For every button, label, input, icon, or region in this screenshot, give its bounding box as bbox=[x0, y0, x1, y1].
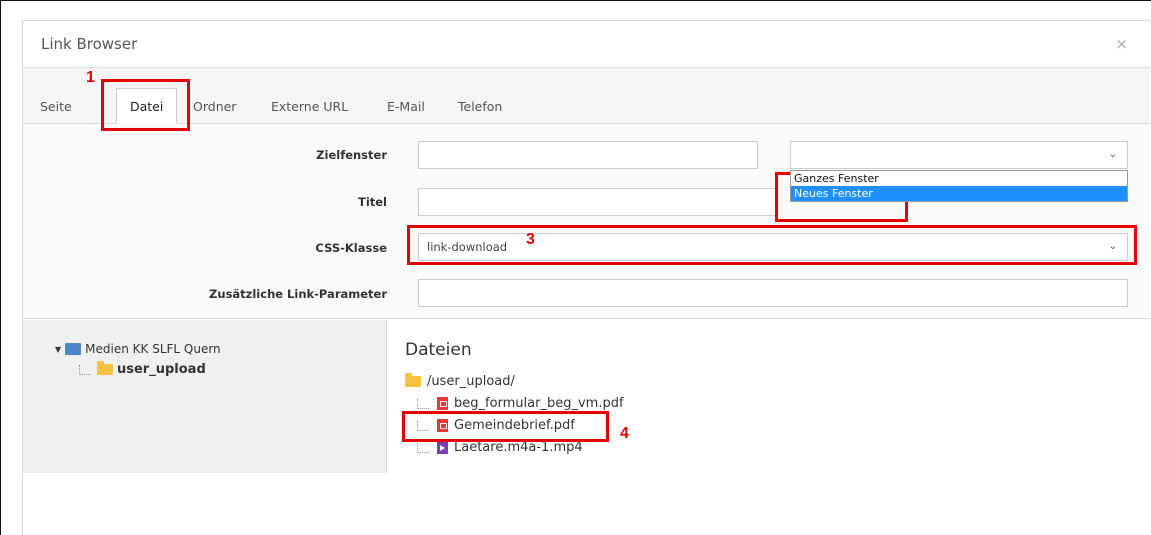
storage-icon bbox=[65, 343, 82, 355]
tab-bar: Seite Datei Ordner Externe URL E-Mail Te… bbox=[23, 68, 1150, 124]
file-name: beg_formular_beg_vm.pdf bbox=[454, 396, 624, 411]
css-klasse-select[interactable]: link-download ⌄ bbox=[418, 233, 1128, 261]
tab-telefon[interactable]: Telefon bbox=[458, 88, 502, 124]
video-icon bbox=[437, 441, 448, 454]
zielfenster-dropdown: Ganzes Fenster Neues Fenster bbox=[790, 170, 1128, 202]
folder-tree: ▼ Medien KK SLFL Quern user_upload bbox=[23, 320, 387, 473]
file-name: Gemeindebrief.pdf bbox=[454, 418, 575, 433]
caret-down-icon: ▼ bbox=[55, 344, 62, 354]
zielfenster-input[interactable] bbox=[418, 141, 758, 169]
option-neues-fenster[interactable]: Neues Fenster bbox=[791, 186, 1127, 201]
titel-label: Titel bbox=[357, 195, 387, 209]
tab-externe-url[interactable]: Externe URL bbox=[271, 88, 348, 124]
tree-child[interactable]: user_upload bbox=[79, 361, 206, 377]
tree-connector bbox=[417, 442, 429, 453]
titel-input[interactable] bbox=[418, 188, 778, 216]
modal-header: Link Browser × bbox=[23, 21, 1150, 68]
file-item[interactable]: Gemeindebrief.pdf bbox=[417, 418, 575, 433]
tab-email[interactable]: E-Mail bbox=[387, 88, 425, 124]
file-name: Laetare.m4a-1.mp4 bbox=[454, 440, 583, 455]
tab-datei[interactable]: Datei bbox=[116, 88, 178, 124]
annotation-number-4: 4 bbox=[620, 425, 629, 442]
tree-connector bbox=[417, 398, 429, 409]
zielfenster-select[interactable]: ⌄ bbox=[790, 141, 1128, 169]
css-klasse-label: CSS-Klasse bbox=[315, 241, 387, 255]
modal-title: Link Browser bbox=[41, 35, 138, 53]
tree-connector bbox=[79, 364, 91, 375]
file-item[interactable]: beg_formular_beg_vm.pdf bbox=[417, 396, 624, 411]
files-title: Dateien bbox=[405, 340, 472, 360]
browser-area: ▼ Medien KK SLFL Quern user_upload Datei… bbox=[23, 320, 1151, 535]
chevron-down-icon: ⌄ bbox=[1108, 241, 1117, 252]
pdf-icon bbox=[437, 419, 448, 432]
files-panel: Dateien /user_upload/ beg_formular_beg_v… bbox=[387, 320, 1151, 535]
tree-connector bbox=[417, 420, 429, 431]
chevron-down-icon: ⌄ bbox=[1108, 149, 1117, 160]
tree-child-label: user_upload bbox=[117, 362, 206, 377]
tab-seite[interactable]: Seite bbox=[40, 88, 72, 124]
link-parameter-input[interactable] bbox=[418, 279, 1128, 307]
pdf-icon bbox=[437, 397, 448, 410]
zielfenster-label: Zielfenster bbox=[316, 148, 387, 162]
link-parameter-label: Zusätzliche Link-Parameter bbox=[209, 287, 387, 301]
link-browser-modal: Link Browser × Seite Datei Ordner Extern… bbox=[22, 20, 1151, 535]
annotation-number-3: 3 bbox=[526, 231, 535, 248]
file-item[interactable]: Laetare.m4a-1.mp4 bbox=[417, 440, 583, 455]
close-icon[interactable]: × bbox=[1115, 35, 1128, 53]
tab-ordner[interactable]: Ordner bbox=[193, 88, 236, 124]
files-path-label: /user_upload/ bbox=[427, 374, 515, 389]
files-path: /user_upload/ bbox=[405, 373, 515, 389]
tree-root[interactable]: ▼ Medien KK SLFL Quern bbox=[55, 342, 221, 356]
link-form: Zielfenster ⌄ Titel CSS-Klasse link-down… bbox=[23, 124, 1150, 319]
folder-icon bbox=[405, 373, 421, 387]
folder-icon bbox=[97, 361, 113, 375]
css-klasse-value: link-download bbox=[427, 240, 508, 254]
tree-root-label: Medien KK SLFL Quern bbox=[85, 342, 221, 356]
option-ganzes-fenster[interactable]: Ganzes Fenster bbox=[791, 171, 1127, 186]
annotation-number-1: 1 bbox=[86, 69, 95, 86]
